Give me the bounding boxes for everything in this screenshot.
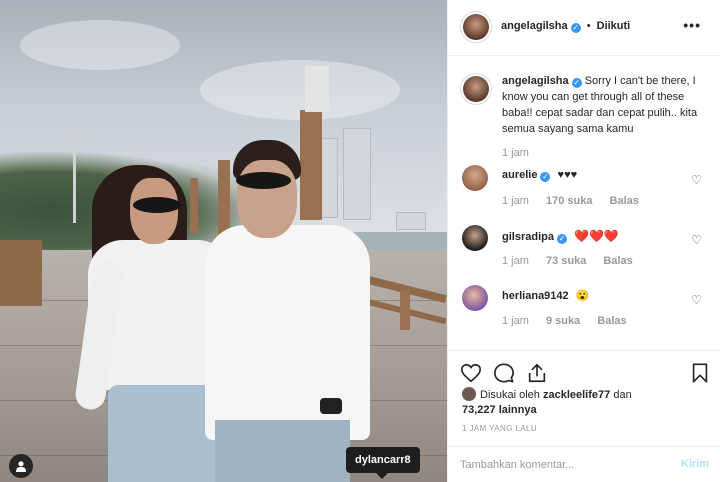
photo-lamp bbox=[69, 126, 87, 131]
comment-input[interactable] bbox=[460, 456, 660, 474]
verified-badge-icon: ✓ bbox=[570, 23, 581, 33]
comment-row: gilsradipa ✓ ❤️❤️❤️ 1 jam 73 suka Balas ♡ bbox=[460, 225, 710, 285]
photo-lamp bbox=[73, 128, 76, 223]
post-details-panel: angelagilsha ✓ • Diikuti ••• angelagilsha… bbox=[447, 0, 720, 482]
comment-icon[interactable] bbox=[493, 362, 515, 384]
likes-prefix: Disukai oleh bbox=[480, 389, 540, 401]
comment-username[interactable]: herliana9142 bbox=[502, 290, 569, 302]
post-comment-button[interactable]: Kirim bbox=[681, 458, 709, 470]
comment-text: ❤️❤️❤️ bbox=[574, 229, 619, 243]
comment-text: 😮 bbox=[575, 290, 590, 302]
comment-meta: 1 jam 170 suka Balas bbox=[502, 195, 639, 207]
comment-form: Kirim bbox=[448, 446, 720, 482]
comment-likes[interactable]: 170 suka bbox=[546, 195, 592, 207]
share-icon[interactable] bbox=[526, 362, 548, 384]
photo-post bbox=[190, 178, 198, 233]
comment-avatar[interactable] bbox=[462, 165, 488, 191]
comment-text: ♥♥♥ bbox=[557, 169, 578, 181]
comment-username[interactable]: gilsradipa bbox=[502, 231, 554, 243]
comment-avatar[interactable] bbox=[462, 225, 488, 251]
more-options-icon[interactable]: ••• bbox=[683, 17, 701, 33]
comment-time[interactable]: 1 jam bbox=[502, 315, 529, 327]
likes-count[interactable]: 73,227 lainnya bbox=[462, 404, 537, 416]
photo-tag-arrow bbox=[376, 473, 388, 479]
comment-likes[interactable]: 9 suka bbox=[546, 315, 580, 327]
post-actions bbox=[448, 350, 720, 386]
bookmark-icon[interactable] bbox=[689, 362, 711, 384]
author-line: angelagilsha ✓ • Diikuti bbox=[501, 20, 630, 33]
comment-time[interactable]: 1 jam bbox=[502, 195, 529, 207]
photo-post bbox=[300, 110, 322, 220]
comment-like-heart-icon[interactable]: ♡ bbox=[691, 173, 702, 187]
verified-badge-icon: ✓ bbox=[571, 78, 582, 88]
photo-tag-label[interactable]: dylancarr8 bbox=[346, 447, 420, 473]
user-icon bbox=[16, 461, 26, 472]
photo-post-top bbox=[305, 66, 329, 112]
liker-avatar[interactable] bbox=[462, 387, 476, 401]
comment-meta: 1 jam 9 suka Balas bbox=[502, 315, 627, 327]
liker-username[interactable]: zackleelife77 bbox=[543, 389, 610, 401]
verified-badge-icon: ✓ bbox=[556, 234, 567, 244]
comment-text-line: gilsradipa ✓ ❤️❤️❤️ bbox=[502, 229, 619, 244]
caption-text-block: angelagilsha ✓ Sorry I can't be there, I … bbox=[502, 73, 717, 137]
photo-fence bbox=[0, 240, 42, 306]
comment-row: aurelie ✓ ♥♥♥ 1 jam 170 suka Balas ♡ bbox=[460, 165, 710, 225]
author-username[interactable]: angelagilsha bbox=[501, 20, 568, 32]
caption-username[interactable]: angelagilsha bbox=[502, 75, 569, 87]
comment-avatar[interactable] bbox=[462, 285, 488, 311]
avatar-image bbox=[463, 14, 489, 40]
comments-list: angelagilsha ✓ Sorry I can't be there, I … bbox=[448, 57, 720, 350]
follow-separator: • bbox=[586, 20, 591, 32]
man-jeans bbox=[215, 420, 350, 482]
photo-building bbox=[396, 212, 426, 230]
comment-reply-button[interactable]: Balas bbox=[610, 195, 639, 207]
comment-like-heart-icon[interactable]: ♡ bbox=[691, 233, 702, 247]
post-photo[interactable]: dylancarr8 bbox=[0, 0, 447, 482]
comment-text-line: aurelie ✓ ♥♥♥ bbox=[502, 169, 577, 182]
woman-sunglasses bbox=[133, 197, 181, 213]
caption-time[interactable]: 1 jam bbox=[502, 147, 529, 159]
comment-like-heart-icon[interactable]: ♡ bbox=[691, 293, 702, 307]
tagged-users-button[interactable] bbox=[9, 454, 33, 478]
author-avatar[interactable] bbox=[460, 11, 492, 43]
man-watch bbox=[320, 398, 342, 414]
comment-time[interactable]: 1 jam bbox=[502, 255, 529, 267]
comment-reply-button[interactable]: Balas bbox=[603, 255, 632, 267]
likes-summary: Disukai oleh zackleelife77 dan 73,227 la… bbox=[462, 387, 712, 418]
photo-post bbox=[400, 290, 410, 330]
verified-badge-icon: ✓ bbox=[540, 172, 551, 182]
photo-cloud bbox=[20, 20, 180, 70]
caption-avatar[interactable] bbox=[460, 73, 492, 105]
avatar-image bbox=[463, 76, 489, 102]
comment-text-line: herliana9142 😮 bbox=[502, 289, 589, 302]
post-timestamp[interactable]: 1 JAM YANG LALU bbox=[462, 424, 537, 433]
man-shirt bbox=[205, 225, 370, 440]
comment-reply-button[interactable]: Balas bbox=[597, 315, 626, 327]
comment-meta: 1 jam 73 suka Balas bbox=[502, 255, 633, 267]
follow-status-button[interactable]: Diikuti bbox=[597, 20, 631, 32]
likes-joiner: dan bbox=[613, 389, 632, 401]
comment-username[interactable]: aurelie bbox=[502, 169, 537, 181]
photo-building bbox=[343, 128, 371, 220]
comment-row: herliana9142 😮 1 jam 9 suka Balas ♡ bbox=[460, 285, 710, 345]
man-sunglasses bbox=[236, 172, 291, 189]
comment-likes[interactable]: 73 suka bbox=[546, 255, 586, 267]
heart-icon[interactable] bbox=[460, 362, 482, 384]
post-header: angelagilsha ✓ • Diikuti ••• bbox=[448, 0, 720, 56]
